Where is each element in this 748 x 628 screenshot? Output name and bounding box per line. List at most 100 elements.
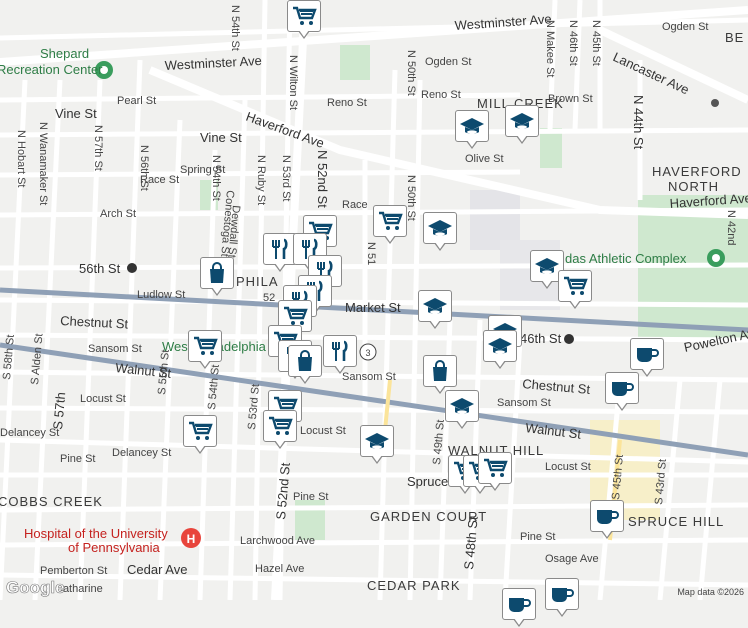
- marker-box: [558, 270, 592, 302]
- street-label: N 52nd St: [315, 150, 330, 208]
- route-shield: 3: [359, 343, 377, 361]
- street-label: Pemberton St: [40, 565, 107, 577]
- marker-tip: [212, 287, 222, 294]
- street-label: Chestnut St: [60, 313, 129, 332]
- street-label: N 56th St: [138, 145, 150, 191]
- marker-box: [263, 410, 297, 442]
- marker-box: [590, 500, 624, 532]
- street-label: Ludlow St: [137, 289, 185, 301]
- marker-box: [445, 390, 479, 422]
- school-icon[interactable]: [418, 290, 452, 330]
- school-icon[interactable]: [455, 110, 489, 150]
- neighborhood-label: COBBS CREEK: [0, 494, 103, 509]
- neighborhood-dot-icon: [711, 99, 719, 107]
- hospital-icon[interactable]: H: [181, 528, 201, 548]
- street-label: N 42nd: [725, 210, 737, 245]
- station-icon[interactable]: [564, 334, 574, 344]
- shopping-cart-icon[interactable]: [188, 330, 222, 370]
- shopping-cart-icon[interactable]: [183, 415, 217, 455]
- restaurant-icon[interactable]: [323, 335, 357, 375]
- place-label: 46th St: [520, 331, 562, 346]
- park-poi-icon[interactable]: [707, 249, 725, 267]
- restaurant-icon[interactable]: [263, 233, 297, 273]
- street-label: S 57th: [50, 392, 68, 431]
- map-attribution: Map data ©2026: [677, 587, 744, 597]
- marker-tip: [275, 440, 285, 447]
- marker-box: [200, 257, 234, 289]
- marker-tip: [570, 300, 580, 307]
- street-label: Delancey St: [112, 447, 171, 459]
- place-label: of Pennsylvania: [68, 540, 161, 555]
- marker-box: [630, 338, 664, 370]
- street-label: N 54th St: [229, 5, 241, 51]
- marker-box: [505, 105, 539, 137]
- street-label: Locust St: [545, 461, 591, 473]
- school-icon[interactable]: [360, 425, 394, 465]
- street-label: N 51: [365, 242, 377, 265]
- marker-tip: [200, 360, 210, 367]
- street-label: Race: [342, 199, 368, 211]
- neighborhood-label: NORTH: [668, 179, 719, 194]
- school-icon[interactable]: [505, 105, 539, 145]
- cafe-icon[interactable]: [502, 588, 536, 628]
- street-label: Market St: [345, 300, 401, 315]
- school-icon[interactable]: [423, 212, 457, 252]
- marker-box: [545, 578, 579, 610]
- cafe-icon[interactable]: [545, 578, 579, 618]
- street-label: Reno St: [327, 97, 367, 109]
- marker-box: [423, 355, 457, 387]
- place-label: das Athletic Complex: [565, 251, 687, 266]
- shopping-bag-icon[interactable]: [288, 345, 322, 385]
- svg-text:H: H: [187, 532, 196, 546]
- neighborhood-label: GARDEN COURT: [370, 509, 487, 524]
- map-canvas[interactable]: 3 H Westminster Ave Westminster Ave Have…: [0, 0, 748, 627]
- place-label: Hospital of the University: [24, 526, 168, 541]
- place-label: Shepard: [40, 46, 89, 61]
- shopping-bag-icon[interactable]: [423, 355, 457, 395]
- street-label: Pearl St: [117, 95, 156, 107]
- street-label: N 57th St: [92, 125, 104, 171]
- school-icon[interactable]: [445, 390, 479, 430]
- school-icon[interactable]: [483, 330, 517, 370]
- marker-box: [373, 205, 407, 237]
- park-area: [340, 45, 370, 80]
- marker-tip: [299, 30, 309, 37]
- street-label: Arch St: [100, 208, 136, 220]
- shopping-cart-icon[interactable]: [373, 205, 407, 245]
- street-label: N Wilton St: [287, 55, 299, 110]
- street-label: Sansom St: [497, 397, 551, 409]
- marker-tip: [467, 140, 477, 147]
- street-label: S 54th St: [206, 364, 222, 410]
- street-label: N 46th St: [567, 20, 579, 66]
- street-label: N 45th St: [590, 20, 602, 66]
- street-label: N 54th St: [210, 155, 222, 201]
- cafe-icon[interactable]: [590, 500, 624, 540]
- shopping-bag-icon[interactable]: [200, 257, 234, 297]
- marker-tip: [617, 402, 627, 409]
- google-logo: Google: [6, 578, 65, 598]
- street-label: Pine St: [293, 491, 328, 503]
- neighborhood-label: PHILA: [236, 274, 279, 289]
- marker-tip: [495, 360, 505, 367]
- street-label: N Hobart St: [15, 130, 27, 187]
- neighborhood-label: CEDAR PARK: [367, 578, 461, 593]
- marker-tip: [542, 280, 552, 287]
- marker-box: [183, 415, 217, 447]
- shopping-cart-icon[interactable]: [478, 452, 512, 492]
- street-label: Ogden St: [425, 56, 471, 68]
- street-label: Pine St: [520, 531, 555, 543]
- cafe-icon[interactable]: [605, 372, 639, 412]
- neighborhood-label: SPRUCE HILL: [628, 514, 724, 529]
- place-label: 52: [263, 292, 275, 304]
- marker-box: [288, 345, 322, 377]
- shopping-cart-icon[interactable]: [263, 410, 297, 450]
- marker-tip: [372, 455, 382, 462]
- shopping-cart-icon[interactable]: [287, 0, 321, 40]
- marker-box: [287, 0, 321, 32]
- station-icon[interactable]: [127, 263, 137, 273]
- shopping-cart-icon[interactable]: [558, 270, 592, 310]
- street-label: Ogden St: [662, 21, 708, 33]
- marker-tip: [517, 135, 527, 142]
- marker-box: [483, 330, 517, 362]
- street-label: Osage Ave: [545, 553, 599, 565]
